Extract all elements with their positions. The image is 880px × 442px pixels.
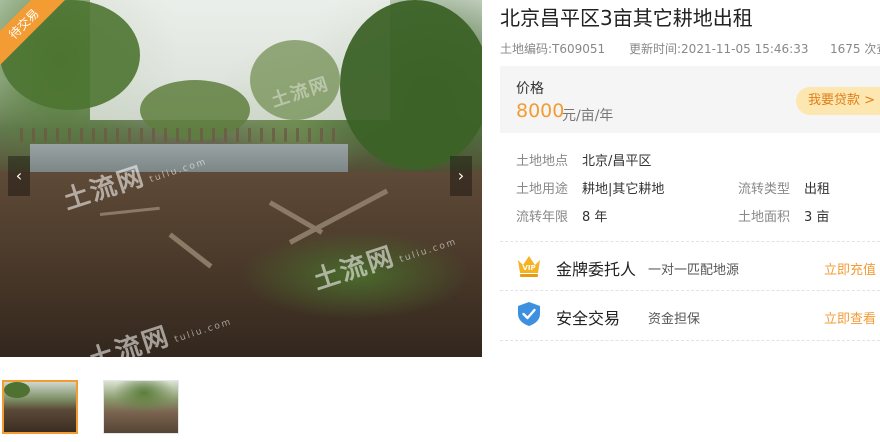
view-count: 1675 次查 bbox=[830, 42, 880, 56]
price-box: 价格 8000 元/亩/年 我要贷款 > bbox=[500, 66, 880, 133]
recharge-now-link[interactable]: 立即充值 bbox=[824, 259, 876, 278]
service-desc: 一对一匹配地源 bbox=[648, 263, 740, 278]
attr-value: 3 亩 bbox=[804, 210, 830, 225]
land-code: 土地编码:T609051 bbox=[500, 42, 606, 56]
view-now-link[interactable]: 立即查看 bbox=[824, 308, 876, 327]
svg-text:VIP: VIP bbox=[522, 264, 535, 272]
service-desc: 资金担保 bbox=[648, 312, 701, 327]
thumb-tree bbox=[4, 382, 30, 398]
photo-thumbnail-1[interactable] bbox=[2, 380, 78, 434]
attr-area: 土地面积 3 亩 bbox=[738, 206, 829, 225]
listing-title: 北京昌平区3亩其它耕地出租 bbox=[500, 6, 753, 30]
apply-loan-button[interactable]: 我要贷款 > bbox=[796, 87, 880, 115]
attr-label: 流转类型 bbox=[738, 182, 791, 197]
attr-usage: 土地用途 耕地|其它耕地 bbox=[516, 178, 664, 197]
attr-value: 北京/昌平区 bbox=[582, 154, 652, 169]
price-label: 价格 bbox=[516, 81, 544, 97]
attr-value: 8 年 bbox=[582, 210, 608, 225]
attr-value: 出租 bbox=[804, 182, 831, 197]
attr-label: 流转年限 bbox=[516, 210, 569, 225]
attr-transfer-type: 流转类型 出租 bbox=[738, 178, 830, 197]
prev-photo-button[interactable]: ‹ bbox=[8, 156, 30, 196]
photo-thumbnail-2[interactable] bbox=[103, 380, 179, 434]
price-value: 8000 bbox=[516, 100, 565, 122]
attr-label: 土地用途 bbox=[516, 182, 569, 197]
service-title: 金牌委托人 bbox=[556, 260, 637, 279]
shield-check-icon bbox=[518, 302, 540, 326]
attr-label: 土地面积 bbox=[738, 210, 791, 225]
service-title: 安全交易 bbox=[556, 309, 621, 328]
divider bbox=[500, 241, 880, 242]
photo-tree bbox=[340, 0, 482, 170]
attr-term: 流转年限 8 年 bbox=[516, 206, 607, 225]
next-photo-button[interactable]: › bbox=[450, 156, 472, 196]
update-time: 更新时间:2021-11-05 15:46:33 bbox=[629, 42, 809, 56]
attr-label: 土地地点 bbox=[516, 154, 569, 169]
photo-fence bbox=[20, 128, 340, 142]
price-unit: 元/亩/年 bbox=[562, 108, 614, 124]
attr-value: 耕地|其它耕地 bbox=[582, 182, 665, 197]
attr-location: 土地地点 北京/昌平区 bbox=[516, 150, 651, 169]
crown-vip-icon: VIP bbox=[518, 256, 540, 277]
divider bbox=[500, 290, 880, 291]
main-photo[interactable]: 土流网tuliu.com 土流网tuliu.com 土流网tuliu.com 土… bbox=[0, 0, 482, 357]
divider bbox=[500, 340, 880, 341]
